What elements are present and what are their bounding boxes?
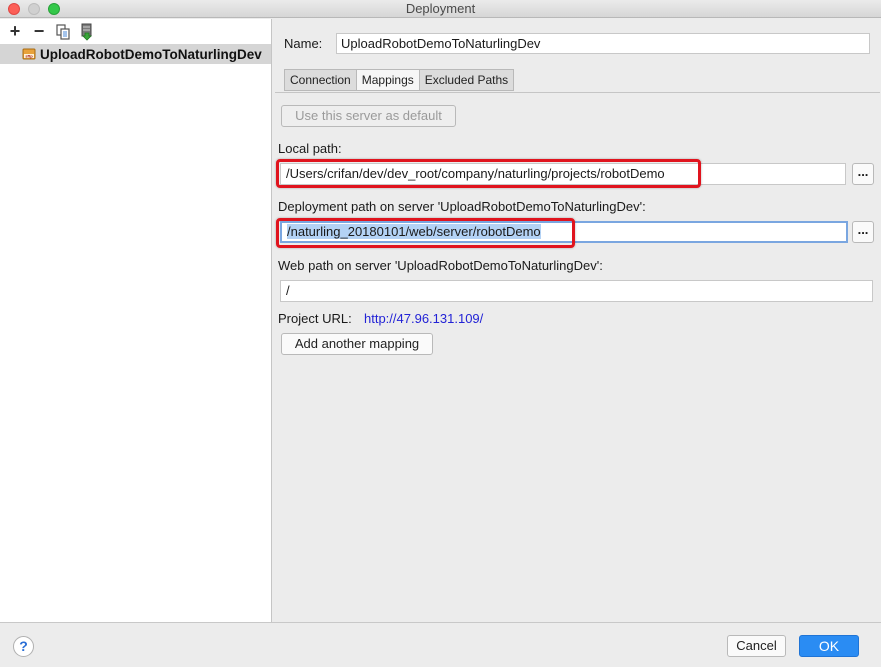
server-default-icon [81, 23, 92, 41]
help-button[interactable]: ? [13, 636, 34, 657]
name-field[interactable]: UploadRobotDemoToNaturlingDev [336, 33, 870, 54]
use-as-default-button[interactable] [76, 21, 98, 43]
svg-text:sftp: sftp [25, 54, 33, 59]
web-path-input[interactable]: / [280, 280, 873, 302]
tab-excluded-paths[interactable]: Excluded Paths [418, 69, 515, 91]
plus-icon: + [9, 21, 21, 41]
tab-connection[interactable]: Connection [284, 69, 356, 91]
browse-local-path-button[interactable]: ... [852, 163, 874, 185]
remove-server-button[interactable]: − [28, 21, 50, 43]
settings-tabs: Connection Mappings Excluded Paths [284, 69, 515, 91]
deployment-path-label: Deployment path on server 'UploadRobotDe… [278, 199, 646, 214]
add-mapping-button[interactable]: Add another mapping [281, 333, 433, 355]
dialog-footer: ? Cancel OK [0, 622, 881, 667]
help-icon: ? [19, 638, 28, 654]
cancel-button[interactable]: Cancel [727, 635, 786, 657]
browse-deployment-path-button[interactable]: ... [852, 221, 874, 243]
web-path-label: Web path on server 'UploadRobotDemoToNat… [278, 258, 603, 273]
use-as-default-button[interactable]: Use this server as default [281, 105, 456, 127]
copy-server-button[interactable] [52, 21, 74, 43]
sftp-icon: sftp [22, 48, 36, 60]
zoom-window-button[interactable] [48, 3, 60, 15]
server-details-panel: Name: UploadRobotDemoToNaturlingDev Conn… [273, 19, 881, 622]
server-name: UploadRobotDemoToNaturlingDev [40, 46, 262, 62]
server-list-item[interactable]: sftp UploadRobotDemoToNaturlingDev [0, 44, 271, 64]
window-title: Deployment [405, 1, 476, 16]
close-window-button[interactable] [8, 3, 20, 15]
mappings-content: Use this server as default Local path: /… [275, 92, 880, 622]
local-path-highlight [276, 159, 701, 188]
local-path-label: Local path: [278, 141, 342, 156]
title-bar: Deployment [0, 0, 881, 18]
server-list-panel: + − sftp UploadRobotDemoToNaturlingDev [0, 19, 272, 622]
copy-icon [56, 23, 70, 40]
name-label: Name: [284, 36, 323, 51]
add-server-button[interactable]: + [4, 21, 26, 43]
minimize-window-button[interactable] [28, 3, 40, 15]
project-url-link[interactable]: http://47.96.131.109/ [364, 311, 483, 326]
minus-icon: − [33, 21, 45, 41]
project-url-label: Project URL: [278, 311, 352, 326]
tab-mappings[interactable]: Mappings [355, 69, 419, 91]
server-toolbar: + − [0, 19, 271, 44]
deployment-path-highlight [276, 218, 575, 248]
ok-button[interactable]: OK [799, 635, 859, 657]
